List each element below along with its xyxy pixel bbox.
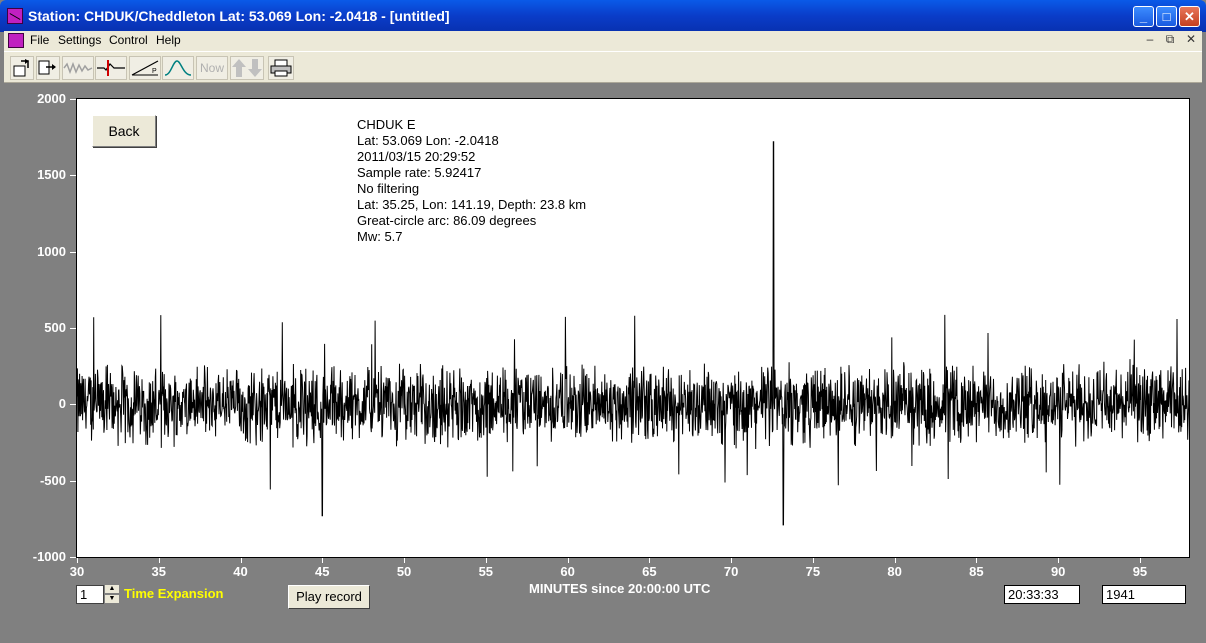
ramp-button[interactable]: P [129, 56, 161, 80]
y-tick-mark [70, 175, 76, 177]
info-magnitude: Mw: 5.7 [357, 229, 403, 244]
plot-area[interactable]: Back CHDUK E Lat: 53.069 Lon: -2.0418 20… [76, 98, 1190, 558]
x-tick-label: 40 [233, 564, 248, 579]
x-tick-mark [158, 558, 160, 563]
y-tick-label: 0 [58, 396, 66, 412]
spin-down-button[interactable]: ▼ [104, 594, 120, 604]
x-tick-mark [649, 558, 651, 563]
x-tick-mark [894, 558, 896, 563]
title-bar: Station: CHDUK/Cheddleton Lat: 53.069 Lo… [0, 0, 1206, 32]
y-tick-mark [70, 328, 76, 329]
x-tick-label: 55 [478, 564, 494, 579]
x-tick-label: 70 [723, 564, 739, 579]
x-tick-mark [322, 558, 324, 563]
x-tick-label: 75 [805, 564, 821, 579]
time-expansion-input[interactable]: 1 [76, 585, 104, 604]
up-down-button[interactable] [230, 56, 264, 80]
window-title: Station: CHDUK/Cheddleton Lat: 53.069 Lo… [28, 8, 450, 24]
y-tick-mark [70, 404, 76, 406]
x-tick-label: 95 [1132, 564, 1148, 579]
y-tick-label: 1500 [37, 167, 66, 183]
x-tick-mark [1139, 558, 1141, 563]
seismogram-trace [77, 141, 1189, 526]
y-tick-label: -1000 [32, 549, 66, 564]
pick-marker-icon [97, 60, 125, 76]
up-down-arrows-icon [232, 59, 262, 77]
x-tick-mark [1058, 558, 1060, 563]
time-expansion-label: Time Expansion [124, 586, 224, 601]
waveform-button[interactable] [62, 56, 94, 80]
y-tick-label: 2000 [37, 91, 66, 106]
x-tick-label: 65 [642, 564, 657, 579]
y-tick-mark [70, 251, 76, 253]
info-sample-rate: Sample rate: 5.92417 [357, 165, 482, 180]
open-file-button[interactable] [10, 56, 34, 80]
event-info: CHDUK E Lat: 53.069 Lon: -2.0418 2011/03… [357, 117, 586, 245]
mdi-close-button[interactable]: ✕ [1183, 32, 1199, 46]
x-tick-label: 50 [396, 564, 412, 579]
ramp-icon: P [131, 60, 159, 76]
save-file-button[interactable] [36, 56, 60, 80]
x-tick-label: 30 [69, 564, 85, 579]
back-button[interactable]: Back [92, 115, 156, 147]
menu-help[interactable]: Help [156, 33, 181, 47]
menu-control[interactable]: Control [109, 33, 148, 47]
trace-line [77, 141, 1189, 526]
svg-text:P: P [152, 68, 157, 75]
spin-up-button[interactable]: ▲ [104, 584, 120, 594]
x-tick-mark [404, 558, 406, 563]
save-file-icon [38, 60, 56, 75]
y-tick-mark [70, 480, 76, 482]
seismogram-view: Back CHDUK E Lat: 53.069 Lon: -2.0418 20… [4, 84, 1202, 639]
document-icon[interactable] [8, 33, 24, 48]
info-filtering: No filtering [357, 181, 420, 196]
print-button[interactable] [268, 56, 294, 80]
waveform-icon [63, 61, 93, 75]
x-tick-mark [485, 558, 487, 563]
menu-settings[interactable]: Settings [58, 33, 101, 47]
x-tick-label: 90 [1050, 564, 1066, 579]
mdi-restore-button[interactable]: ⧉ [1162, 32, 1178, 47]
toolbar: P Now [4, 51, 1202, 83]
maximize-button[interactable]: □ [1156, 6, 1177, 27]
spectrum-button[interactable] [162, 56, 194, 80]
info-datetime: 2011/03/15 20:29:52 [357, 149, 476, 164]
open-file-icon [13, 59, 29, 77]
now-label: Now [199, 61, 224, 75]
y-tick-mark [70, 99, 76, 100]
now-button[interactable]: Now [196, 56, 228, 80]
spectrum-icon [164, 60, 192, 76]
x-tick-mark [567, 558, 569, 563]
close-button[interactable]: ✕ [1179, 6, 1200, 27]
info-station: CHDUK E [357, 117, 416, 132]
pick-marker-button[interactable] [95, 56, 127, 80]
y-tick-label: 1000 [37, 243, 66, 259]
info-event-location: Lat: 35.25, Lon: 141.19, Depth: 23.8 km [357, 197, 587, 212]
x-tick-mark [240, 558, 242, 563]
x-axis-label: MINUTES since 20:00:00 UTC [529, 581, 711, 596]
y-tick-label: -500 [39, 472, 66, 488]
x-tick-label: 60 [560, 564, 575, 579]
x-tick-mark [812, 558, 814, 563]
y-tick-mark [70, 557, 76, 558]
printer-icon [270, 59, 292, 77]
x-tick-label: 80 [887, 564, 902, 579]
x-tick-mark [976, 558, 978, 563]
count-readout: 1941 [1102, 585, 1186, 604]
info-arc: Great-circle arc: 86.09 degrees [357, 213, 537, 228]
info-station-location: Lat: 53.069 Lon: -2.0418 [357, 133, 499, 148]
minimize-button[interactable]: _ [1133, 6, 1154, 27]
x-tick-mark [731, 558, 733, 563]
menu-file[interactable]: File [30, 33, 49, 47]
x-tick-label: 45 [315, 564, 330, 579]
x-tick-label: 85 [969, 564, 984, 579]
play-record-button[interactable]: Play record [288, 585, 370, 609]
x-tick-mark [77, 558, 78, 563]
y-tick-label: 500 [44, 320, 66, 335]
mdi-minimize-button[interactable]: – [1142, 32, 1158, 46]
menu-bar: File Settings Control Help – ⧉ ✕ [4, 31, 1202, 51]
x-tick-label: 35 [151, 564, 166, 579]
time-readout: 20:33:33 [1004, 585, 1080, 604]
app-icon [7, 8, 23, 24]
